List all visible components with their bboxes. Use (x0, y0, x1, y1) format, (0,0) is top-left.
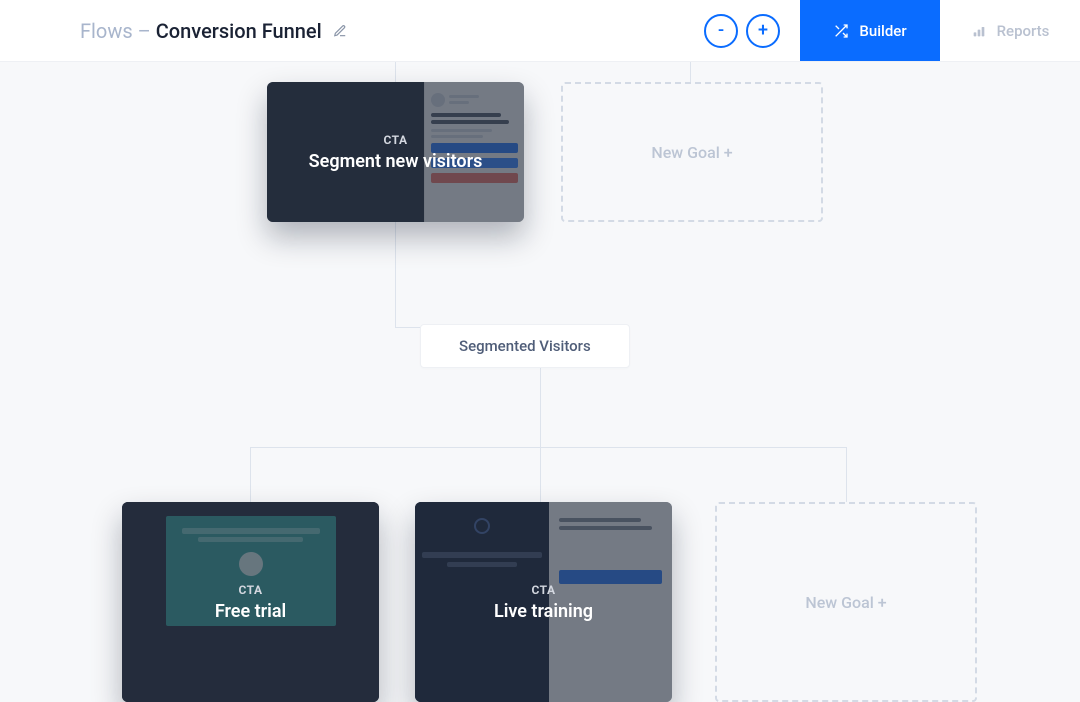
shuffle-icon (833, 23, 849, 39)
new-goal-placeholder-bottom[interactable]: New Goal + (715, 502, 977, 702)
tab-reports[interactable]: Reports (940, 0, 1080, 61)
node-tag: CTA (309, 133, 483, 147)
segment-pill[interactable]: Segmented Visitors (420, 324, 630, 368)
edit-icon[interactable] (332, 23, 348, 39)
node-tag: CTA (215, 583, 286, 597)
node-title: Live training (494, 601, 593, 622)
builder-label: Builder (859, 22, 906, 40)
node-tag: CTA (494, 583, 593, 597)
breadcrumb-text: Flows – Conversion Funnel (80, 19, 322, 43)
segment-pill-label: Segmented Visitors (459, 337, 591, 355)
bar-chart-icon (971, 23, 987, 39)
tab-builder[interactable]: Builder (800, 0, 940, 61)
new-goal-placeholder-top[interactable]: New Goal + (561, 82, 823, 222)
flow-canvas[interactable]: CTA Segment new visitors New Goal + Segm… (0, 62, 1080, 606)
breadcrumb[interactable]: Flows – Conversion Funnel (80, 0, 348, 61)
node-free-trial[interactable]: CTA Free trial (122, 502, 379, 702)
breadcrumb-prefix: Flows – (80, 19, 156, 43)
node-live-training[interactable]: CTA Live training (415, 502, 672, 702)
node-title: Segment new visitors (309, 151, 483, 172)
node-title: Free trial (215, 601, 286, 622)
reports-label: Reports (997, 22, 1050, 40)
zoom-in-button[interactable]: + (746, 14, 780, 48)
zoom-out-button[interactable]: - (704, 14, 738, 48)
new-goal-label: New Goal + (651, 143, 732, 162)
zoom-controls: - + (704, 0, 800, 61)
app-header: Flows – Conversion Funnel - + Builder Re… (0, 0, 1080, 62)
new-goal-label: New Goal + (805, 593, 886, 612)
node-segment-new-visitors[interactable]: CTA Segment new visitors (267, 82, 524, 222)
breadcrumb-current: Conversion Funnel (156, 19, 322, 43)
